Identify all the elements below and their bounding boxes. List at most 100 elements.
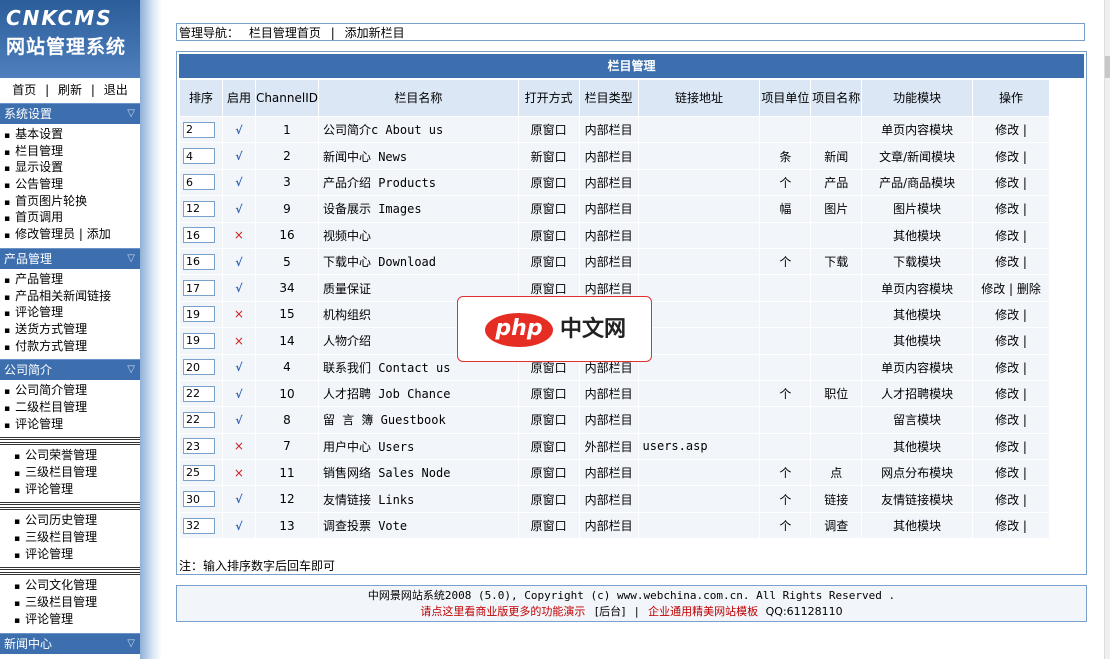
menu-item-company-intro[interactable]: ▪ 公司简介管理 <box>0 382 140 399</box>
menu-item-culture[interactable]: ▪ 公司文化管理 <box>0 577 140 594</box>
order-input[interactable] <box>183 280 215 297</box>
home-link[interactable]: 首页 <box>12 83 36 97</box>
cross-icon[interactable]: × <box>234 334 244 348</box>
row-actions[interactable]: 修改 | <box>973 380 1049 407</box>
order-input[interactable] <box>183 438 215 455</box>
enabled-cell[interactable]: √ <box>222 248 255 275</box>
logout-link[interactable]: 退出 <box>104 83 128 97</box>
refresh-link[interactable]: 刷新 <box>58 83 82 97</box>
order-input[interactable] <box>183 121 215 138</box>
row-actions[interactable]: 修改 | <box>973 354 1049 380</box>
nav-channel-home-link[interactable]: 栏目管理首页 <box>249 26 321 40</box>
row-actions[interactable]: 修改 | 删除 <box>973 275 1049 301</box>
menu-item-comments[interactable]: ▪ 评论管理 <box>0 481 140 498</box>
menu-item-level3[interactable]: ▪ 三级栏目管理 <box>0 464 140 481</box>
cross-icon[interactable]: × <box>234 228 244 242</box>
enabled-cell[interactable]: × <box>222 433 255 460</box>
enabled-cell[interactable]: √ <box>222 512 255 539</box>
enabled-cell[interactable]: √ <box>222 143 255 169</box>
order-input[interactable] <box>183 385 215 402</box>
check-icon[interactable]: √ <box>235 414 242 427</box>
menu-item-basic-settings[interactable]: ▪ 基本设置 <box>0 126 140 143</box>
menu-item-delivery[interactable]: ▪ 送货方式管理 <box>0 321 140 338</box>
enabled-cell[interactable]: √ <box>222 486 255 512</box>
order-input[interactable] <box>183 174 215 191</box>
row-actions[interactable]: 修改 | <box>973 117 1049 143</box>
row-actions[interactable]: 修改 | <box>973 460 1049 486</box>
menu-item-comments[interactable]: ▪ 评论管理 <box>0 546 140 563</box>
row-actions[interactable]: 修改 | <box>973 512 1049 539</box>
check-icon[interactable]: √ <box>235 361 242 374</box>
check-icon[interactable]: √ <box>235 388 242 401</box>
order-input[interactable] <box>183 491 215 508</box>
menu-item-home-call[interactable]: ▪ 首页调用 <box>0 209 140 226</box>
order-input[interactable] <box>183 464 215 481</box>
section-header-product[interactable]: 产品管理 ▽ <box>0 247 140 269</box>
menu-item-product-news[interactable]: ▪ 产品相关新闻链接 <box>0 288 140 305</box>
order-input[interactable] <box>183 227 215 244</box>
row-actions[interactable]: 修改 | <box>973 196 1049 222</box>
demo-link[interactable]: 请点这里看商业版更多的功能演示 <box>420 605 585 618</box>
enabled-cell[interactable]: √ <box>222 117 255 143</box>
template-link[interactable]: 企业通用精美网站模板 <box>648 605 758 618</box>
row-actions[interactable]: 修改 | <box>973 143 1049 169</box>
collapse-icon[interactable]: ▽ <box>127 360 135 380</box>
menu-item-comments[interactable]: ▪ 评论管理 <box>0 304 140 321</box>
enabled-cell[interactable]: √ <box>222 407 255 433</box>
menu-item-comments[interactable]: ▪ 评论管理 <box>0 416 140 433</box>
order-input[interactable] <box>183 306 215 323</box>
row-actions[interactable]: 修改 | <box>973 407 1049 433</box>
menu-item-honor[interactable]: ▪ 公司荣誉管理 <box>0 447 140 464</box>
backend-link[interactable]: [后台] <box>595 605 626 618</box>
menu-item-admin[interactable]: ▪ 修改管理员 | 添加 <box>0 226 140 243</box>
nav-add-channel-link[interactable]: 添加新栏目 <box>345 26 405 40</box>
section-header-company[interactable]: 公司简介 ▽ <box>0 359 140 381</box>
menu-item-product[interactable]: ▪ 产品管理 <box>0 271 140 288</box>
check-icon[interactable]: √ <box>235 124 242 137</box>
order-input[interactable] <box>183 517 215 534</box>
check-icon[interactable]: √ <box>235 150 242 163</box>
menu-item-level2[interactable]: ▪ 二级栏目管理 <box>0 399 140 416</box>
check-icon[interactable]: √ <box>235 493 242 506</box>
menu-item-level3[interactable]: ▪ 三级栏目管理 <box>0 529 140 546</box>
menu-item-history[interactable]: ▪ 公司历史管理 <box>0 512 140 529</box>
order-input[interactable] <box>183 359 215 376</box>
order-input[interactable] <box>183 253 215 270</box>
row-actions[interactable]: 修改 | <box>973 222 1049 248</box>
check-icon[interactable]: √ <box>235 520 242 533</box>
scrollbar-thumb[interactable] <box>1105 56 1110 78</box>
row-actions[interactable]: 修改 | <box>973 248 1049 275</box>
row-actions[interactable]: 修改 | <box>973 169 1049 196</box>
enabled-cell[interactable]: √ <box>222 380 255 407</box>
enabled-cell[interactable]: × <box>222 301 255 328</box>
check-icon[interactable]: √ <box>235 282 242 295</box>
section-header-news[interactable]: 新闻中心 ▽ <box>0 632 140 654</box>
menu-item-notice[interactable]: ▪ 公告管理 <box>0 176 140 193</box>
order-input[interactable] <box>183 148 215 165</box>
menu-item-display-settings[interactable]: ▪ 显示设置 <box>0 159 140 176</box>
scrollbar[interactable] <box>1104 0 1110 659</box>
enabled-cell[interactable]: × <box>222 328 255 354</box>
collapse-icon[interactable]: ▽ <box>127 634 135 654</box>
order-input[interactable] <box>183 200 215 217</box>
menu-item-payment[interactable]: ▪ 付款方式管理 <box>0 338 140 355</box>
enabled-cell[interactable]: √ <box>222 275 255 301</box>
check-icon[interactable]: √ <box>235 256 242 269</box>
enabled-cell[interactable]: √ <box>222 354 255 380</box>
collapse-icon[interactable]: ▽ <box>127 249 135 269</box>
cross-icon[interactable]: × <box>234 307 244 321</box>
menu-item-slider[interactable]: ▪ 首页图片轮换 <box>0 193 140 210</box>
enabled-cell[interactable]: √ <box>222 196 255 222</box>
order-input[interactable] <box>183 332 215 349</box>
enabled-cell[interactable]: × <box>222 460 255 486</box>
enabled-cell[interactable]: × <box>222 222 255 248</box>
section-header-system[interactable]: 系统设置 ▽ <box>0 103 140 124</box>
cross-icon[interactable]: × <box>234 439 244 453</box>
row-actions[interactable]: 修改 | <box>973 433 1049 460</box>
menu-item-level3[interactable]: ▪ 三级栏目管理 <box>0 594 140 611</box>
row-actions[interactable]: 修改 | <box>973 328 1049 354</box>
menu-item-comments[interactable]: ▪ 评论管理 <box>0 611 140 628</box>
check-icon[interactable]: √ <box>235 176 242 189</box>
enabled-cell[interactable]: √ <box>222 169 255 196</box>
row-actions[interactable]: 修改 | <box>973 301 1049 328</box>
